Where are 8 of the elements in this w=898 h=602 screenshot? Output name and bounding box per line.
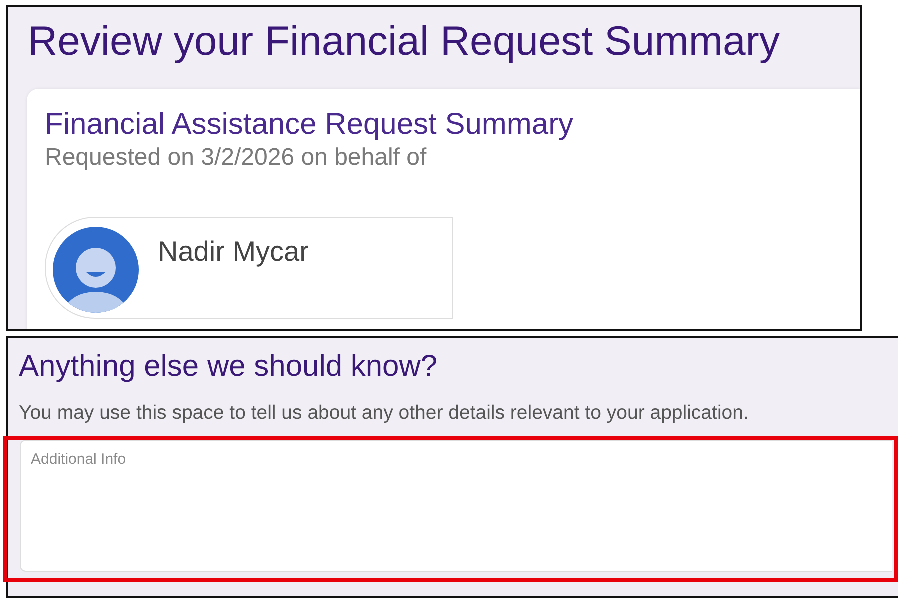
avatar-icon [52,226,140,314]
page-title: Review your Financial Request Summary [28,17,781,66]
section-heading: Anything else we should know? [19,349,439,385]
person-name: Nadir Mycar [158,236,309,268]
section-description: You may use this space to tell us about any other details relevant to your application. [19,401,750,426]
additional-info-field[interactable]: Additional Info [20,440,892,572]
request-date-text: Requested on 3/2/2026 on behalf of [45,143,428,173]
card-title: Financial Assistance Request Summary [45,107,575,143]
